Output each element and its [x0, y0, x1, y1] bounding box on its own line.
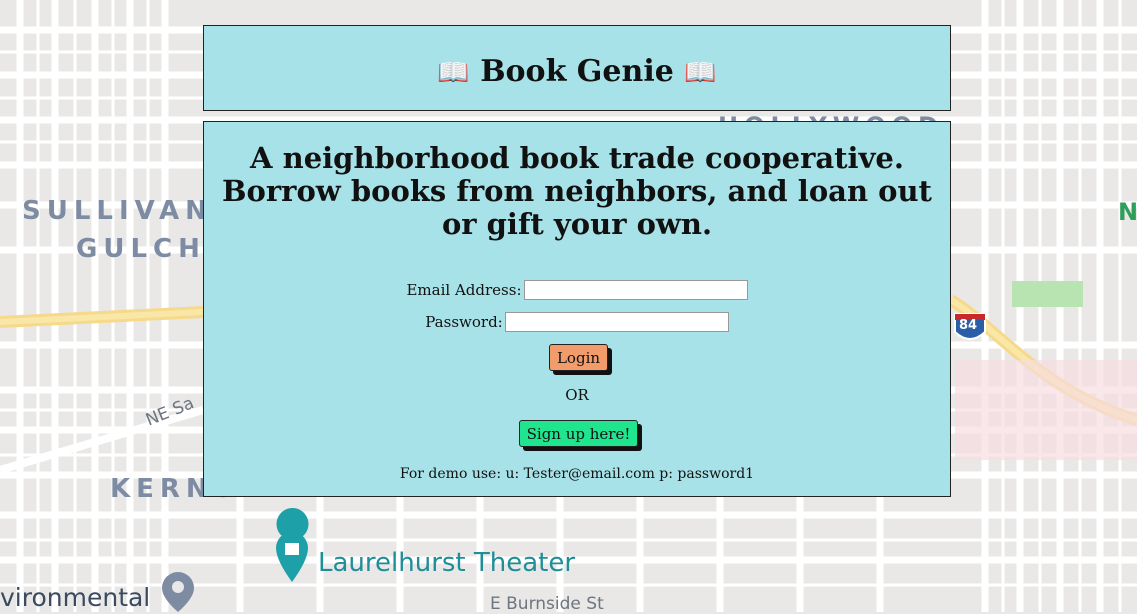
email-label: Email Address: — [406, 281, 522, 299]
password-label: Password: — [425, 313, 503, 331]
page-title: 📖 Book Genie 📖 — [204, 57, 950, 87]
app-title: Book Genie — [480, 54, 674, 89]
map-label-theater: Laurelhurst Theater — [318, 548, 576, 578]
open-book-icon: 📖 — [684, 58, 717, 88]
tagline: A neighborhood book trade cooperative. B… — [222, 141, 932, 241]
map-label-n-edge: N — [1118, 198, 1137, 226]
password-field[interactable] — [504, 312, 729, 332]
email-row: Email Address: — [204, 280, 950, 300]
password-row: Password: — [204, 312, 950, 332]
map-label-environmental: vironmental — [0, 583, 151, 612]
header-panel: 📖 Book Genie 📖 — [203, 25, 951, 111]
signup-button[interactable]: Sign up here! — [519, 420, 638, 447]
map-label-sullivan: SULLIVAN — [22, 196, 213, 226]
login-panel: A neighborhood book trade cooperative. B… — [203, 121, 951, 497]
map-label-gulch: GULCH — [76, 234, 206, 264]
open-book-icon: 📖 — [437, 58, 470, 88]
or-separator: OR — [565, 386, 589, 404]
map-label-highway: 84 — [959, 318, 978, 333]
demo-credentials: For demo use: u: Tester@email.com p: pas… — [399, 466, 755, 482]
map-label-burnside: E Burnside St — [490, 594, 604, 614]
login-button[interactable]: Login — [549, 344, 608, 371]
email-field[interactable] — [523, 280, 748, 300]
